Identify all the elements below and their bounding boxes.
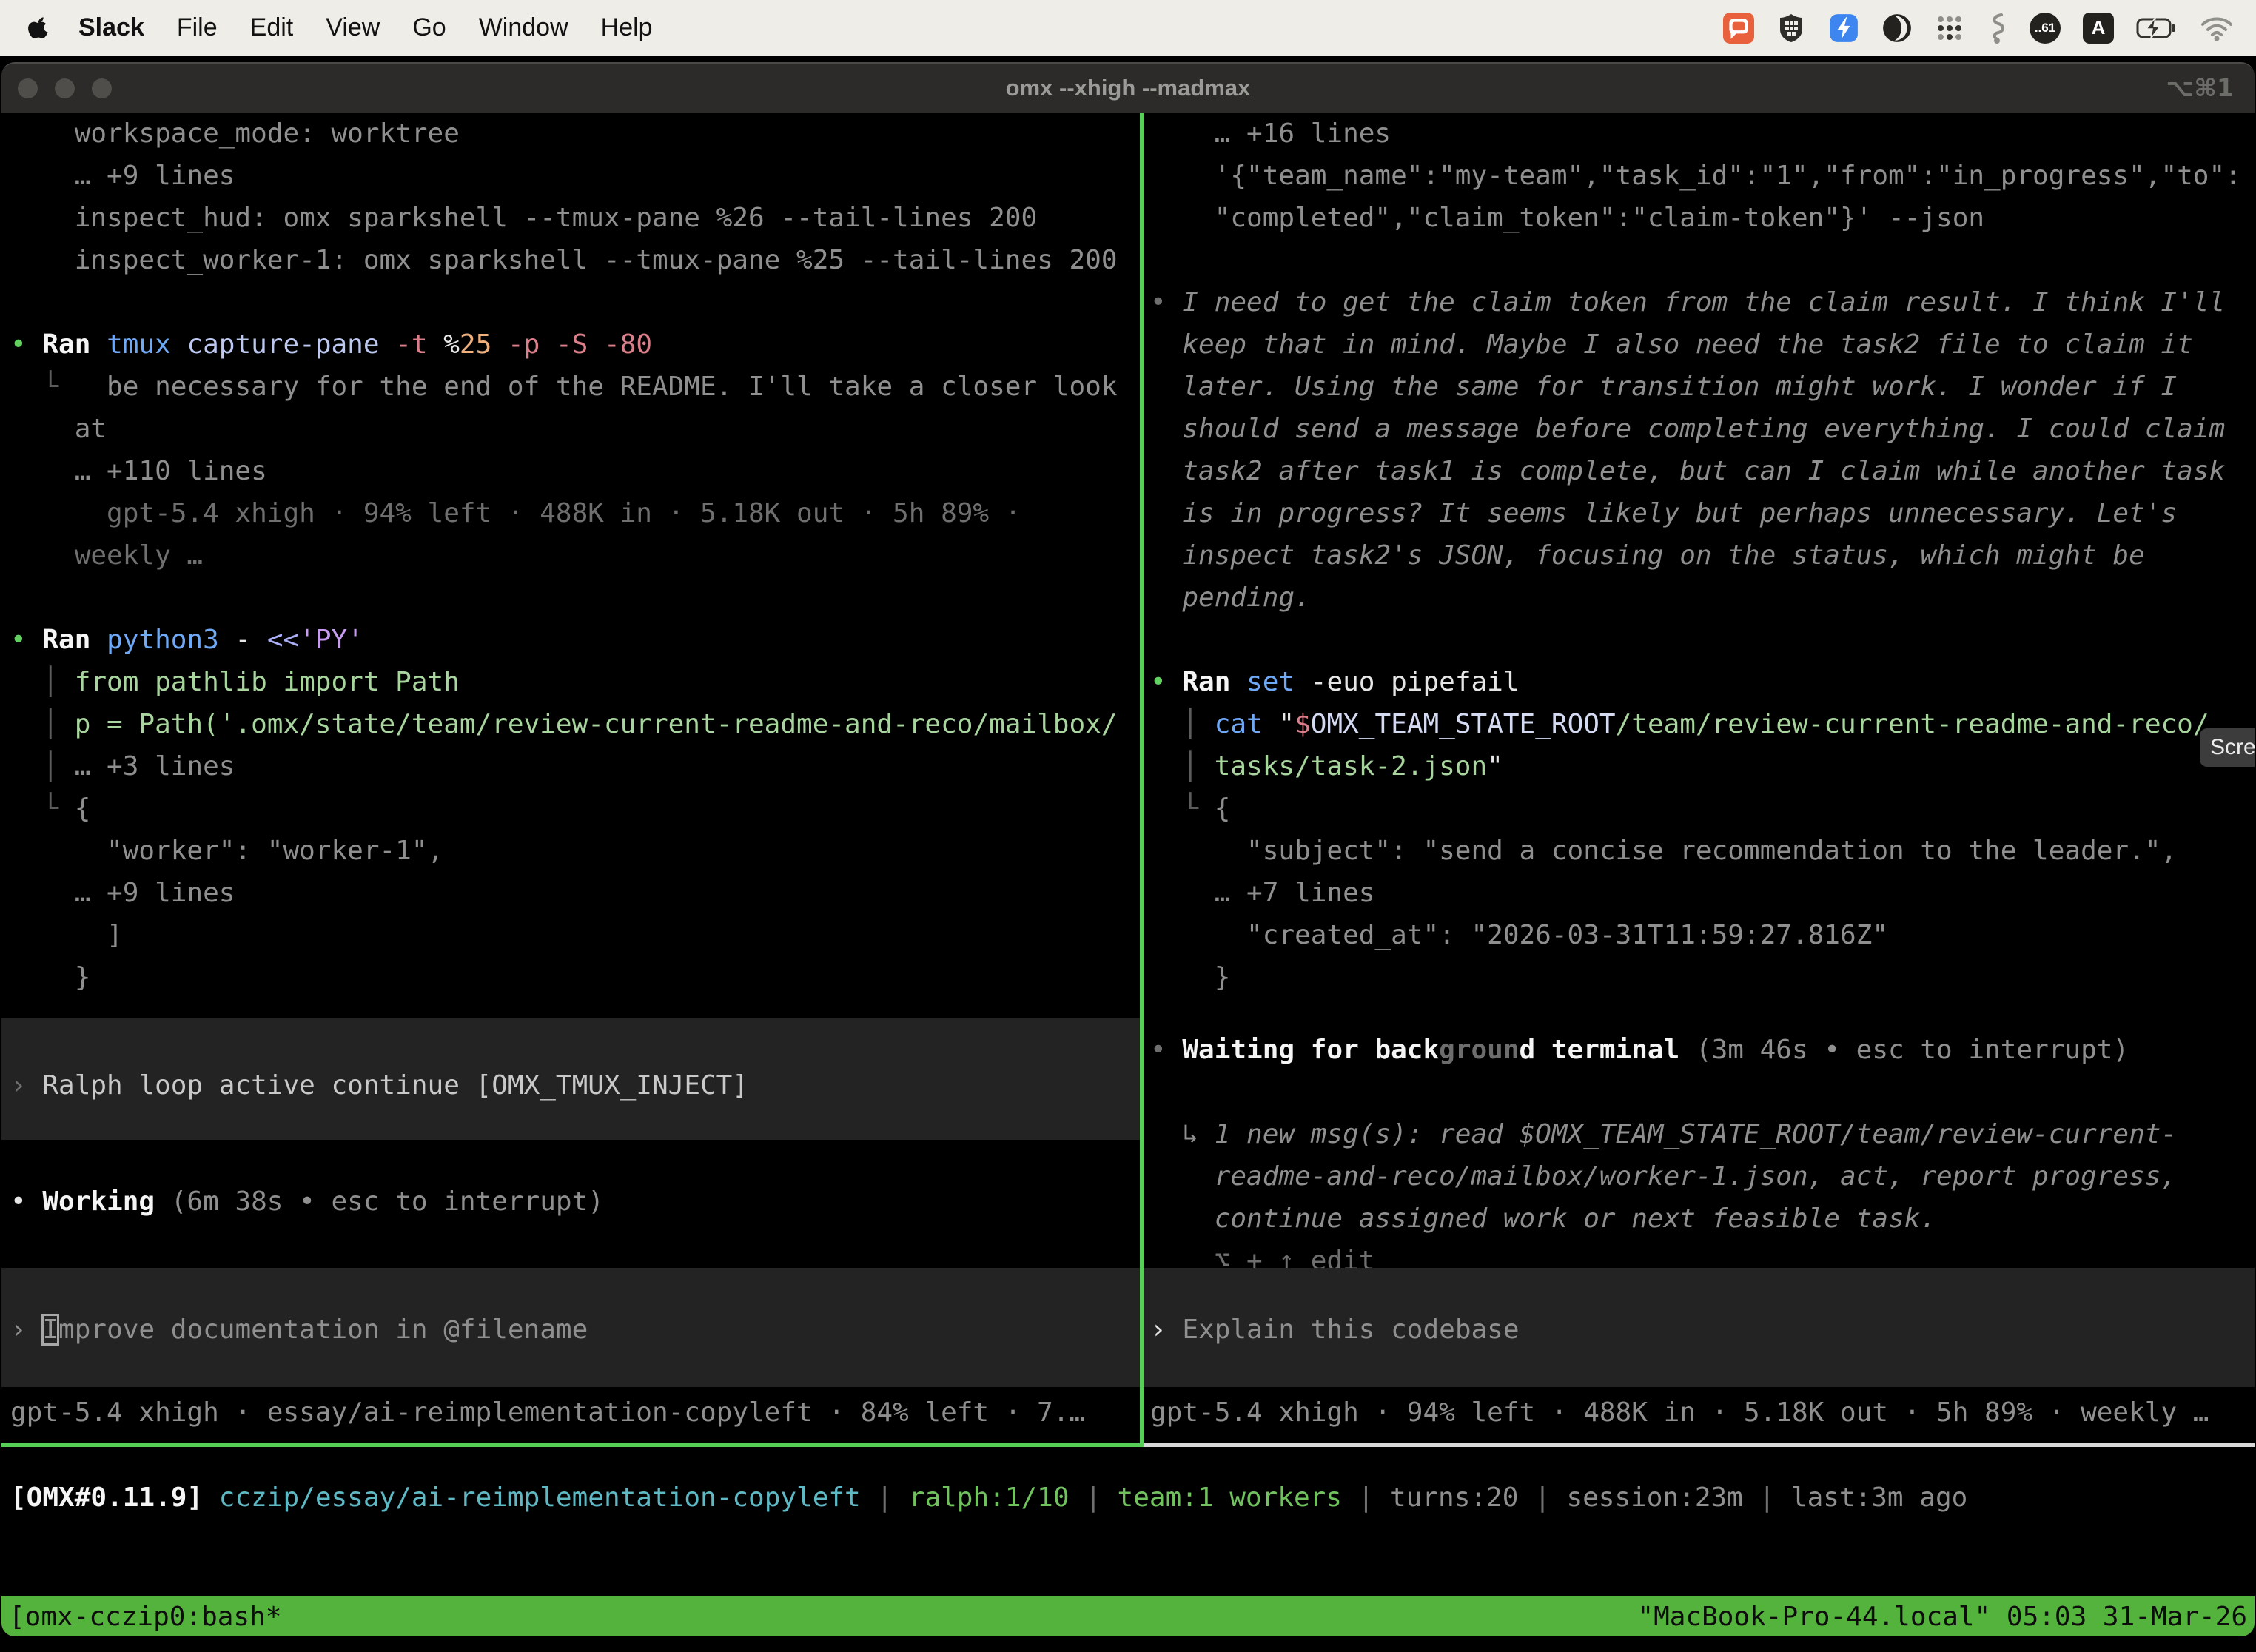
menu-item-file[interactable]: File — [161, 13, 234, 41]
left-prompt-input[interactable]: › Improve documentation in @filename — [10, 1309, 1140, 1351]
left-working-status: • Working (6m 38s • esc to interrupt) — [10, 1181, 604, 1223]
terminal-line: … +7 lines — [1150, 872, 2255, 914]
right-mailbox-message: ↳ 1 new msg(s): read $OMX_TEAM_STATE_ROO… — [1150, 1113, 2177, 1282]
shield-grid-icon[interactable] — [1776, 13, 1806, 44]
minimize-button[interactable] — [55, 78, 75, 98]
terminal-line: … +16 lines — [1150, 113, 2255, 155]
terminal-line: "completed","claim_token":"claim-token"}… — [1150, 197, 2255, 239]
chat-app-icon[interactable] — [1723, 13, 1754, 44]
terminal-line: } — [10, 956, 1140, 998]
terminal-line: inspect_worker-1: omx sparkshell --tmux-… — [10, 239, 1140, 281]
terminal-line: "created_at": "2026-03-31T11:59:27.816Z" — [1150, 914, 2255, 956]
terminal-line: • Ran python3 - <<'PY' — [10, 619, 1140, 661]
terminal-line: is in progress? It seems likely but perh… — [1150, 492, 2255, 534]
omx-session-statusline: [OMX#0.11.9] cczip/essay/ai-reimplementa… — [10, 1477, 1967, 1519]
badge-61-icon[interactable]: ..61 — [2030, 13, 2061, 44]
tmux-host-clock: "MacBook-Pro-44.local" 05:03 31-Mar-26 — [1637, 1596, 2247, 1636]
terminal-line: └ { — [10, 788, 1140, 830]
terminal-line: at — [10, 408, 1140, 450]
terminal-line: • Ran set -euo pipefail — [1150, 661, 2255, 703]
window-shortcut-badge: ⌥⌘1 — [2166, 64, 2234, 113]
terminal-line — [1150, 619, 2255, 661]
terminal-line: weekly … — [10, 534, 1140, 577]
left-model-statusline: gpt-5.4 xhigh · essay/ai-reimplementatio… — [10, 1391, 1132, 1434]
menu-status-icons: ..61 A — [1723, 12, 2234, 44]
terminal-line — [10, 281, 1140, 323]
terminal-line: │ tasks/task-2.json" — [1150, 745, 2255, 788]
terminal-line: readme-and-reco/mailbox/worker-1.json, a… — [1150, 1155, 2177, 1198]
terminal-line: continue assigned work or next feasible … — [1150, 1198, 2177, 1240]
desktop: { "colors": { "accent_green": "#57ce57",… — [0, 0, 2256, 1652]
right-pane-border — [1144, 1443, 2255, 1447]
terminal-content: workspace_mode: worktree … +9 lines insp… — [1, 113, 2255, 1596]
menu-left: Slack FileEditViewGoWindowHelp — [16, 13, 669, 42]
menu-item-window[interactable]: Window — [463, 13, 585, 41]
menu-item-help[interactable]: Help — [585, 13, 669, 41]
crescent-icon[interactable] — [1881, 13, 1913, 44]
menu-items: FileEditViewGoWindowHelp — [161, 13, 669, 42]
terminal-line: ] — [10, 914, 1140, 956]
terminal-line: │ cat "$OMX_TEAM_STATE_ROOT/team/review-… — [1150, 703, 2255, 745]
left-pane-scrollback: workspace_mode: worktree … +9 lines insp… — [1, 113, 1140, 1018]
terminal-line: │ from pathlib import Path — [10, 661, 1140, 703]
dots-grid-icon[interactable] — [1935, 13, 1964, 43]
squiggle-icon[interactable] — [1987, 12, 2007, 44]
menu-item-app[interactable]: Slack — [62, 13, 161, 42]
terminal-line: • I need to get the claim token from the… — [1150, 281, 2255, 323]
window-titlebar[interactable]: omx --xhigh --madmax ⌥⌘1 — [1, 64, 2255, 113]
terminal-line: … +9 lines — [10, 872, 1140, 914]
left-pane-border — [1, 1443, 1144, 1447]
blue-bolt-icon[interactable] — [1828, 13, 1859, 44]
terminal-line: ↳ 1 new msg(s): read $OMX_TEAM_STATE_ROO… — [1150, 1113, 2177, 1155]
right-waiting-status: • Waiting for background terminal (3m 46… — [1150, 1029, 2129, 1071]
battery-icon[interactable] — [2136, 17, 2178, 39]
terminal-line: │ p = Path('.omx/state/team/review-curre… — [10, 703, 1140, 745]
menu-item-edit[interactable]: Edit — [234, 13, 310, 41]
tmux-session-label[interactable]: [omx-cczip0:bash* — [9, 1596, 281, 1636]
tmux-status-bar: [omx-cczip0:bash* "MacBook-Pro-44.local"… — [1, 1596, 2255, 1636]
close-button[interactable] — [18, 78, 38, 98]
ralph-loop-banner: › Ralph loop active continue [OMX_TMUX_I… — [1, 1018, 1140, 1140]
terminal-line: pending. — [1150, 577, 2255, 619]
terminal-line: keep that in mind. Maybe I also need the… — [1150, 323, 2255, 366]
terminal-line: "subject": "send a concise recommendatio… — [1150, 830, 2255, 872]
terminal-line: • Ran tmux capture-pane -t %25 -p -S -80 — [10, 323, 1140, 366]
terminal-line — [1150, 239, 2255, 281]
ralph-loop-text: › Ralph loop active continue [OMX_TMUX_I… — [10, 1064, 1140, 1107]
right-prompt-box[interactable]: › Explain this codebase — [1144, 1268, 2255, 1387]
window-controls — [18, 78, 112, 98]
terminal-line: } — [1150, 956, 2255, 998]
terminal-line: should send a message before completing … — [1150, 408, 2255, 450]
terminal-window: omx --xhigh --madmax ⌥⌘1 workspace_mode:… — [1, 62, 2255, 1636]
menu-item-view[interactable]: View — [309, 13, 396, 41]
terminal-line: │ … +3 lines — [10, 745, 1140, 788]
terminal-line: '{"team_name":"my-team","task_id":"1","f… — [1150, 155, 2255, 197]
terminal-line: └ be necessary for the end of the README… — [10, 366, 1140, 408]
terminal-line: └ { — [1150, 788, 2255, 830]
right-prompt-input[interactable]: › Explain this codebase — [1150, 1309, 2255, 1351]
right-model-statusline: gpt-5.4 xhigh · 94% left · 488K in · 5.1… — [1150, 1391, 2248, 1434]
terminal-line: workspace_mode: worktree — [10, 113, 1140, 155]
terminal-line: … +110 lines — [10, 450, 1140, 492]
terminal-line: inspect task2's JSON, focusing on the st… — [1150, 534, 2255, 577]
terminal-line: inspect_hud: omx sparkshell --tmux-pane … — [10, 197, 1140, 239]
right-pane-scrollback: … +16 lines '{"team_name":"my-team","tas… — [1144, 113, 2255, 1018]
apple-menu-icon[interactable] — [27, 14, 50, 42]
terminal-line: "worker": "worker-1", — [10, 830, 1140, 872]
a-app-icon[interactable]: A — [2083, 13, 2114, 44]
menu-bar: Slack FileEditViewGoWindowHelp ..61 A — [0, 0, 2256, 56]
window-title: omx --xhigh --madmax — [1, 64, 2255, 113]
menu-item-go[interactable]: Go — [396, 13, 462, 41]
wifi-icon[interactable] — [2200, 15, 2234, 41]
zoom-button[interactable] — [92, 78, 112, 98]
terminal-line: gpt-5.4 xhigh · 94% left · 488K in · 5.1… — [10, 492, 1140, 534]
terminal-line — [10, 577, 1140, 619]
screen-edge-tooltip[interactable]: Scre — [2200, 728, 2255, 767]
left-prompt-box[interactable]: › Improve documentation in @filename — [1, 1268, 1140, 1387]
terminal-line: later. Using the same for transition mig… — [1150, 366, 2255, 408]
terminal-line: … +9 lines — [10, 155, 1140, 197]
terminal-line: task2 after task1 is complete, but can I… — [1150, 450, 2255, 492]
